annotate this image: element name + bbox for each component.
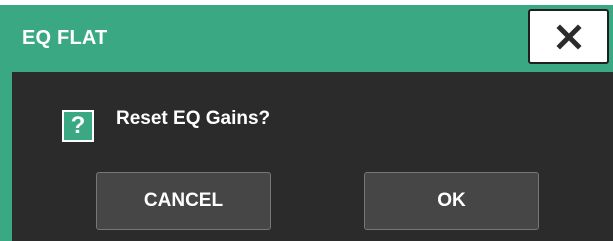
dialog-body: ? Reset EQ Gains? CANCEL OK xyxy=(12,72,613,241)
close-button[interactable] xyxy=(528,9,609,64)
eq-flat-dialog: EQ FLAT ? Reset EQ Gains? CANCEL OK xyxy=(0,5,613,241)
question-glyph: ? xyxy=(70,112,86,139)
cancel-button-label: CANCEL xyxy=(143,190,224,211)
cancel-button[interactable]: CANCEL xyxy=(96,172,271,230)
ok-button-label: OK xyxy=(437,190,466,211)
dialog-message: Reset EQ Gains? xyxy=(116,108,271,129)
dialog-titlebar: EQ FLAT xyxy=(0,5,613,69)
question-icon: ? xyxy=(62,110,94,142)
ok-button[interactable]: OK xyxy=(364,172,539,230)
dialog-title: EQ FLAT xyxy=(22,27,108,49)
close-icon xyxy=(555,23,582,50)
